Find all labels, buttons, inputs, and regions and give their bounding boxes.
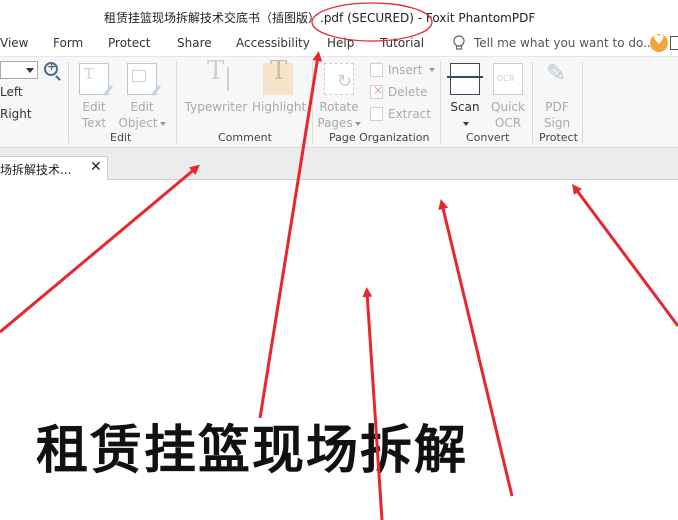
pen-sign-icon xyxy=(542,63,572,95)
window-title: 租赁挂篮现场拆解技术交底书（插图版）.pdf (SECURED) - Foxit… xyxy=(104,11,536,25)
quick-ocr-label-2: OCR xyxy=(494,116,522,130)
extract-page-icon xyxy=(370,107,383,121)
rotate-pages-icon xyxy=(324,63,354,95)
title-bar: 租赁挂篮现场拆解技术交底书（插图版）.pdf (SECURED) - Foxit… xyxy=(0,0,678,32)
edit-object-button[interactable]: Edit Object xyxy=(118,61,166,131)
rotate-right-button[interactable]: Right xyxy=(0,107,32,121)
convert-group-label: Convert xyxy=(466,131,510,144)
quick-ocr-label-1: Quick xyxy=(491,100,525,114)
page-organization-group-label: Page Organization xyxy=(329,131,430,144)
rotate-pages-label-2: Pages xyxy=(317,116,353,130)
rotate-pages-label-1: Rotate xyxy=(319,100,359,114)
lightbulb-icon xyxy=(453,35,465,50)
rotate-left-button[interactable]: Left xyxy=(0,85,23,99)
pdf-sign-label-2: Sign xyxy=(543,116,571,130)
group-separator xyxy=(68,61,69,143)
scan-button[interactable]: Scan xyxy=(447,61,483,131)
heart-icon[interactable] xyxy=(650,33,668,52)
menu-share[interactable]: Share xyxy=(177,36,212,50)
zoom-select[interactable] xyxy=(0,61,38,79)
comment-group-label: Comment xyxy=(218,131,272,144)
scan-icon xyxy=(447,63,483,95)
edit-text-icon xyxy=(79,63,109,95)
group-separator xyxy=(532,61,533,143)
menu-help[interactable]: Help xyxy=(327,36,354,50)
group-separator xyxy=(440,61,441,143)
close-icon[interactable]: ✕ xyxy=(90,159,102,175)
tell-me-text: Tell me what you want to do.. xyxy=(474,36,651,50)
menu-protect[interactable]: Protect xyxy=(108,36,150,50)
typewriter-icon xyxy=(201,63,231,95)
document-heading: 租赁挂篮现场拆解 xyxy=(36,420,469,481)
tell-me-search[interactable]: Tell me what you want to do.. xyxy=(452,35,651,51)
insert-page-icon xyxy=(370,63,383,77)
edit-text-button[interactable]: Edit Text xyxy=(76,61,112,131)
menu-view[interactable]: View xyxy=(0,36,28,50)
typewriter-button[interactable]: Typewriter xyxy=(184,61,248,115)
ribbon-toggle-icon[interactable] xyxy=(670,36,678,50)
chevron-down-icon xyxy=(429,68,436,72)
delete-label: Delete xyxy=(388,85,428,99)
edit-text-label-1: Edit xyxy=(82,100,106,114)
document-viewport[interactable]: 租赁挂篮现场拆解 xyxy=(0,180,678,520)
highlight-icon xyxy=(263,63,293,95)
delete-button[interactable]: Delete xyxy=(370,83,428,99)
pdf-sign-label-1: PDF xyxy=(545,100,569,114)
delete-page-icon xyxy=(370,83,383,99)
rotate-pages-button[interactable]: Rotate Pages xyxy=(316,61,362,131)
edit-object-icon xyxy=(127,63,157,95)
chevron-down-icon xyxy=(463,121,469,126)
protect-group-label: Protect xyxy=(539,131,578,144)
highlight-label: Highlight xyxy=(252,100,307,114)
zoom-in-icon[interactable] xyxy=(44,60,58,76)
chevron-down-icon xyxy=(159,121,166,126)
chevron-down-icon xyxy=(354,121,361,126)
quick-ocr-button[interactable]: Quick OCR xyxy=(490,61,526,131)
ribbon-toolbar: Left Right Edit Text Edit Object Edit Ty… xyxy=(0,56,678,148)
extract-button[interactable]: Extract xyxy=(370,107,431,121)
menu-accessibility[interactable]: Accessibility xyxy=(236,36,310,50)
menu-bar: View Form Protect Share Accessibility He… xyxy=(0,32,678,54)
menu-tutorial[interactable]: Tutorial xyxy=(380,36,424,50)
scan-label: Scan xyxy=(450,100,480,114)
insert-label: Insert xyxy=(388,63,423,77)
edit-group-label: Edit xyxy=(110,131,132,144)
document-tab-bar: 场拆解技术... ✕ xyxy=(0,148,678,180)
menu-form[interactable]: Form xyxy=(53,36,83,50)
ocr-icon xyxy=(493,63,523,95)
insert-button[interactable]: Insert xyxy=(370,63,436,77)
edit-text-label-2: Text xyxy=(81,116,107,130)
edit-object-label-1: Edit xyxy=(130,100,154,114)
group-separator xyxy=(312,61,313,143)
edit-object-label-2: Object xyxy=(118,116,158,130)
typewriter-label: Typewriter xyxy=(184,100,248,114)
highlight-button[interactable]: Highlight xyxy=(252,61,307,115)
pdf-sign-button[interactable]: PDF Sign xyxy=(540,61,574,131)
group-separator xyxy=(582,61,583,143)
extract-label: Extract xyxy=(388,107,431,121)
group-separator xyxy=(176,61,177,143)
document-tab[interactable]: 场拆解技术... ✕ xyxy=(0,156,108,180)
document-tab-label: 场拆解技术... xyxy=(0,163,72,177)
